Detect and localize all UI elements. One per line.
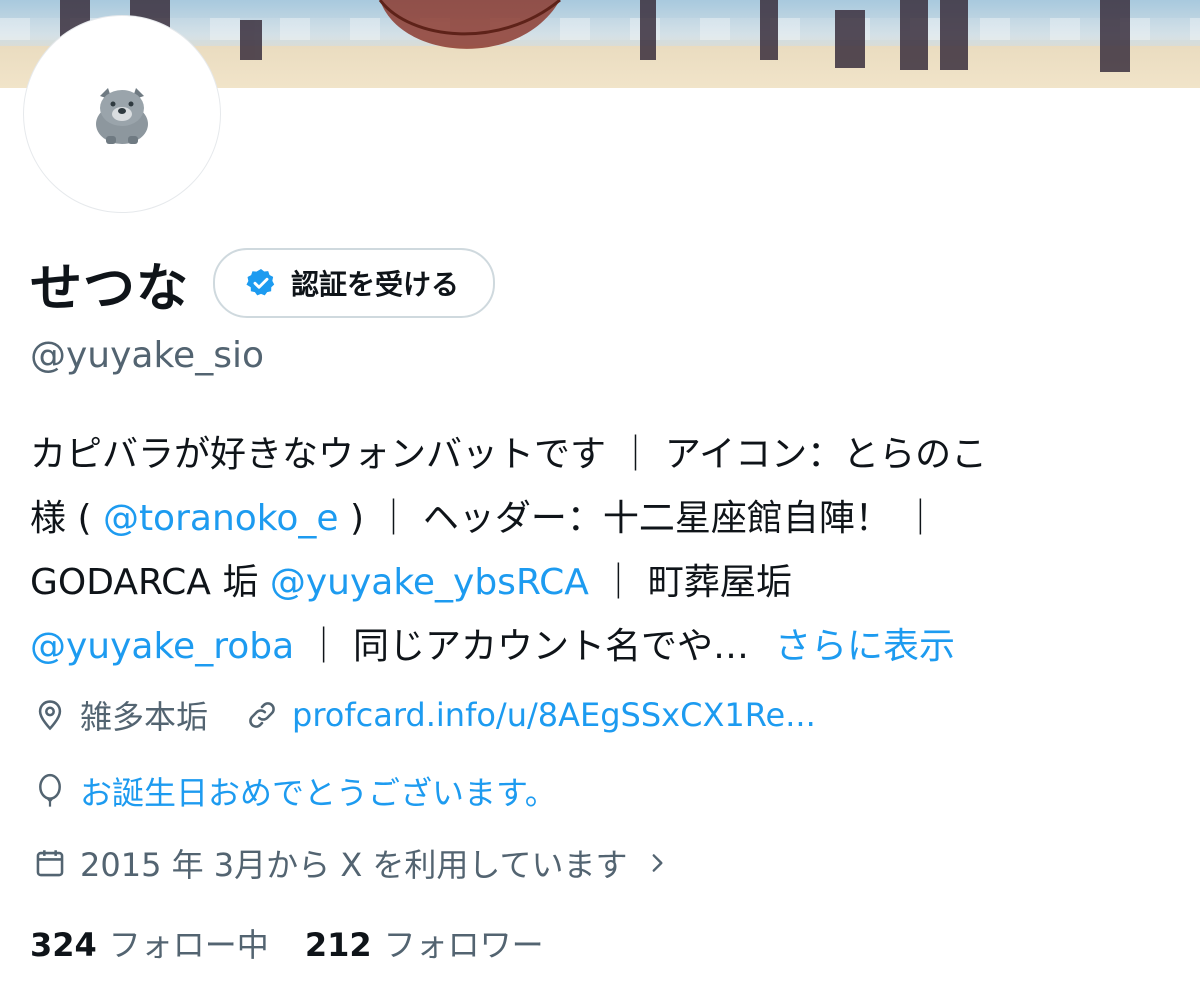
mention-link-ybsrca[interactable]: @yuyake_ybsRCA xyxy=(270,562,589,603)
followers-label: フォロワー xyxy=(383,926,544,964)
link-icon xyxy=(242,695,282,735)
verified-badge-icon xyxy=(246,269,275,296)
bio-text: ｜ 町葬屋垢 xyxy=(588,562,792,603)
get-verified-label: 認証を受ける xyxy=(291,268,460,301)
get-verified-button[interactable]: 認証を受ける xyxy=(213,248,496,318)
display-name: せつな xyxy=(30,258,190,319)
follow-stats: 324 フォロー中 212 フォロワー xyxy=(30,920,544,966)
following-stat[interactable]: 324 フォロー中 xyxy=(30,920,269,966)
wombat-icon xyxy=(96,88,148,144)
location-website-row: 雑多本垢 profcard.info/u/8AEgSSxCX1Re... xyxy=(30,692,816,738)
mention-link-roba[interactable]: @yuyake_roba xyxy=(30,626,294,667)
followers-stat[interactable]: 212 フォロワー xyxy=(305,920,544,966)
bio-text: GODARCA 垢 xyxy=(30,562,270,603)
location-pin-icon xyxy=(30,695,70,735)
avatar[interactable] xyxy=(24,16,220,212)
birthday-text[interactable]: お誕生日おめでとうございます。 xyxy=(80,768,557,814)
following-label: フォロー中 xyxy=(108,926,269,964)
bio-text: 様 ( xyxy=(30,498,103,539)
birthday-row: お誕生日おめでとうございます。 xyxy=(30,768,557,814)
handle: @yuyake_sio xyxy=(30,335,264,376)
bio-line: @yuyake_roba ｜ 同じアカウント名でや… さらに表示 xyxy=(30,615,1180,679)
bio-text: ) ｜ ヘッダー：十二星座館自陣！ ｜ xyxy=(338,498,939,539)
bio: カピバラが好きなウォンバットです ｜ アイコン：とらのこ 様 ( @torano… xyxy=(30,423,1180,679)
bio-line: GODARCA 垢 @yuyake_ybsRCA ｜ 町葬屋垢 xyxy=(30,551,1180,615)
website-link[interactable]: profcard.info/u/8AEgSSxCX1Re... xyxy=(292,696,816,734)
bio-text: ｜ 同じアカウント名でや… xyxy=(294,626,750,667)
joined-text: 2015 年 3月から X を利用しています xyxy=(80,846,628,884)
bio-line: 様 ( @toranoko_e ) ｜ ヘッダー：十二星座館自陣！ ｜ xyxy=(30,487,1180,551)
location-text: 雑多本垢 xyxy=(80,698,209,736)
following-count: 324 xyxy=(30,926,97,964)
show-more-link[interactable]: さらに表示 xyxy=(775,626,955,667)
mention-link-toranoko[interactable]: @toranoko_e xyxy=(103,498,339,539)
balloon-icon xyxy=(30,771,70,811)
name-row: せつな 認証を受ける xyxy=(30,246,496,320)
joined-row[interactable]: 2015 年 3月から X を利用しています xyxy=(30,840,677,886)
bio-line: カピバラが好きなウォンバットです ｜ アイコン：とらのこ xyxy=(30,434,988,475)
calendar-icon xyxy=(30,843,70,883)
chevron-right-icon xyxy=(637,843,677,883)
followers-count: 212 xyxy=(304,926,372,964)
